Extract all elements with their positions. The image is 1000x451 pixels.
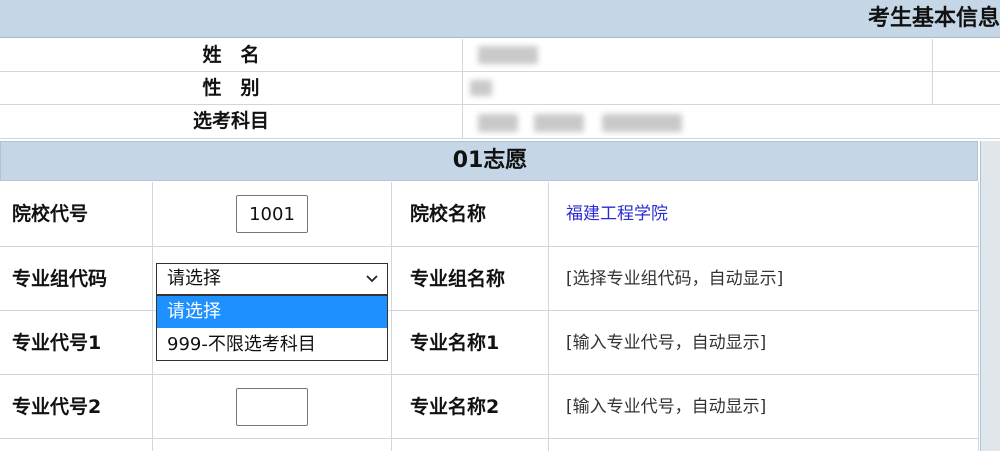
group-code-select[interactable]: 请选择	[156, 263, 388, 295]
subjects-label: 选考科目	[192, 110, 269, 132]
gender-label: 性 别	[202, 77, 260, 99]
subjects-value-redacted-1	[478, 114, 518, 132]
dropdown-option-placeholder[interactable]: 请选择	[157, 296, 387, 328]
major2-code-label: 专业代号2	[12, 396, 102, 418]
subjects-value-redacted-3	[602, 114, 682, 132]
page-title: 考生基本信息	[867, 6, 1000, 31]
subjects-value-redacted-2	[534, 114, 584, 132]
name-label: 姓 名	[202, 44, 260, 66]
school-code-label: 院校代号	[12, 203, 89, 225]
major1-name-label: 专业名称1	[410, 332, 500, 354]
school-name-link[interactable]: 福建工程学院	[548, 182, 978, 246]
group-code-selected: 请选择	[167, 268, 221, 289]
page-banner: 考生基本信息	[0, 0, 1000, 38]
gender-value-redacted	[470, 80, 492, 96]
group-name-hint: [选择专业组代码，自动显示]	[566, 269, 784, 289]
volunteer-title: 01志愿	[452, 148, 528, 173]
dropdown-option-999[interactable]: 999-不限选考科目	[157, 329, 387, 361]
major2-name-label: 专业名称2	[410, 396, 500, 418]
school-code-input[interactable]	[236, 195, 308, 233]
group-code-dropdown: 请选择 999-不限选考科目	[156, 295, 388, 361]
group-code-label: 专业组代码	[12, 268, 108, 290]
major1-code-label: 专业代号1	[12, 332, 102, 354]
major2-name-hint: [输入专业代号，自动显示]	[566, 397, 767, 417]
name-value-redacted	[478, 46, 538, 64]
grid-vline-2	[391, 182, 392, 451]
right-gutter	[980, 141, 1000, 451]
school-name-label: 院校名称	[410, 203, 487, 225]
info-row-subjects: 选考科目	[0, 105, 1000, 139]
grid-vline-1	[152, 182, 153, 451]
grid-vline-4	[978, 182, 979, 451]
volunteer-header: 01志愿	[0, 141, 978, 181]
info-row-name: 姓 名	[0, 39, 1000, 72]
chevron-down-icon	[366, 275, 378, 283]
info-divider	[462, 39, 463, 139]
major1-name-hint: [输入专业代号，自动显示]	[566, 333, 767, 353]
info-row-gender: 性 别	[0, 72, 1000, 105]
group-name-label: 专业组名称	[410, 268, 506, 290]
info-divider-right	[932, 39, 933, 105]
major2-code-input[interactable]	[236, 388, 308, 426]
